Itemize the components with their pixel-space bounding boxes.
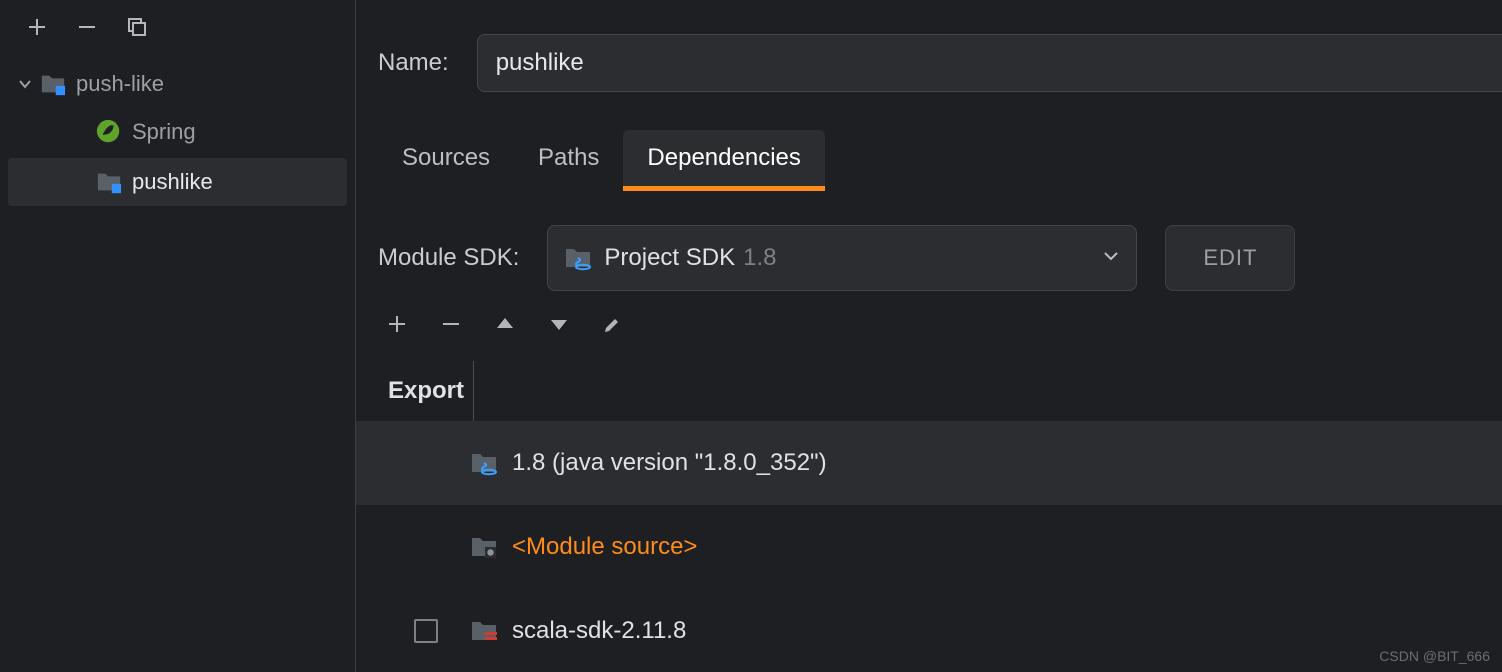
scala-folder-icon xyxy=(470,617,498,645)
sdk-selected-name: Project SDK xyxy=(604,244,735,272)
tree-item-pushlike[interactable]: pushlike xyxy=(8,158,347,206)
module-folder-icon xyxy=(40,71,66,97)
chevron-down-icon xyxy=(1102,247,1120,270)
sdk-row: Module SDK: Project SDK 1.8 EDIT xyxy=(378,225,1502,291)
source-folder-icon xyxy=(470,533,498,561)
tab-dependencies[interactable]: Dependencies xyxy=(623,130,824,191)
dependency-label: scala-sdk-2.11.8 xyxy=(512,617,686,645)
name-input[interactable] xyxy=(477,34,1502,92)
tab-sources[interactable]: Sources xyxy=(378,130,514,191)
dependency-row[interactable]: scala-sdk-2.11.8 xyxy=(356,589,1502,672)
sdk-select[interactable]: Project SDK 1.8 xyxy=(547,225,1137,291)
dependencies-toolbar xyxy=(384,311,1502,337)
name-row: Name: xyxy=(356,34,1502,92)
module-folder-icon xyxy=(96,169,122,195)
main-panel: Name: SourcesPathsDependencies Module SD… xyxy=(356,0,1502,672)
edit-dependency-icon[interactable] xyxy=(600,311,626,337)
dependency-label: <Module source> xyxy=(512,533,697,561)
export-checkbox[interactable] xyxy=(414,619,438,643)
module-tree: push-like Spring pushlike xyxy=(0,56,355,212)
sdk-label: Module SDK: xyxy=(378,244,519,272)
watermark: CSDN @BIT_666 xyxy=(1379,648,1490,664)
jdk-folder-icon xyxy=(470,449,498,477)
move-down-icon[interactable] xyxy=(546,311,572,337)
sidebar: push-like Spring pushlike xyxy=(0,0,356,672)
export-column-header: Export xyxy=(356,361,474,421)
move-up-icon[interactable] xyxy=(492,311,518,337)
add-dependency-icon[interactable] xyxy=(384,311,410,337)
dependency-label: 1.8 (java version "1.8.0_352") xyxy=(512,449,827,477)
spring-leaf-icon xyxy=(96,119,122,145)
dependency-row[interactable]: <Module source> xyxy=(356,505,1502,589)
name-label: Name: xyxy=(378,49,449,77)
remove-icon[interactable] xyxy=(76,16,98,38)
copy-icon[interactable] xyxy=(126,16,148,38)
tree-item-push-like[interactable]: push-like xyxy=(0,60,355,108)
dependency-row[interactable]: 1.8 (java version "1.8.0_352") xyxy=(356,421,1502,505)
sidebar-toolbar xyxy=(0,0,355,56)
add-icon[interactable] xyxy=(26,16,48,38)
tree-item-label: Spring xyxy=(132,119,196,145)
tree-item-label: pushlike xyxy=(132,169,213,195)
tabs: SourcesPathsDependencies xyxy=(378,130,1502,191)
edit-sdk-button[interactable]: EDIT xyxy=(1165,225,1295,291)
tab-paths[interactable]: Paths xyxy=(514,130,623,191)
remove-dependency-icon[interactable] xyxy=(438,311,464,337)
sdk-selected-version: 1.8 xyxy=(743,244,776,272)
tree-item-spring[interactable]: Spring xyxy=(0,108,355,156)
chevron-down-icon[interactable] xyxy=(14,76,36,92)
tree-item-label: push-like xyxy=(76,71,164,97)
